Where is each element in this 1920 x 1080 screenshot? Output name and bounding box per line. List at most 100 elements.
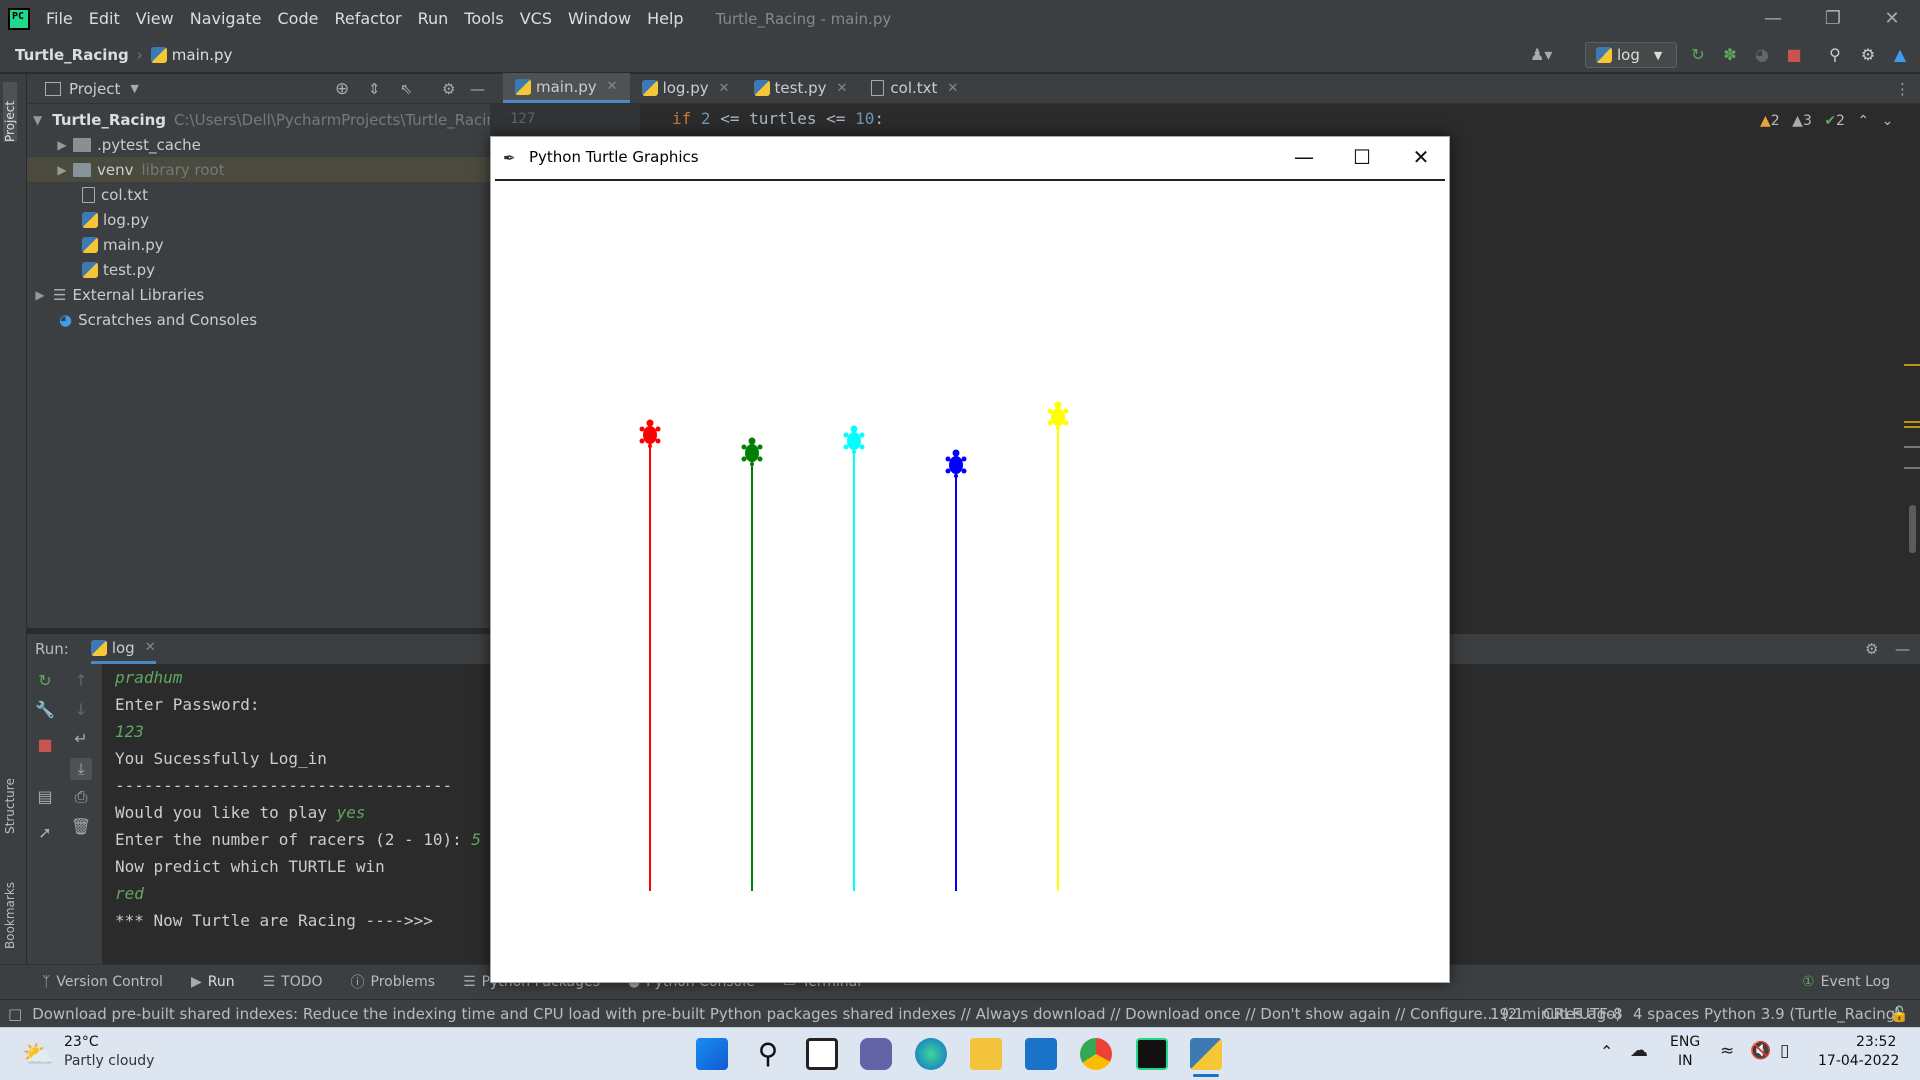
turtle-minimize-button[interactable]: — xyxy=(1275,137,1333,177)
run-tab-log[interactable]: log ✕ xyxy=(90,634,156,664)
menu-navigate[interactable]: Navigate xyxy=(182,9,270,28)
python-interpreter[interactable]: Python 3.9 (Turtle_Racing) xyxy=(1704,1005,1901,1023)
tree-item-col-txt[interactable]: col.txt xyxy=(27,182,490,207)
weather-icon[interactable]: ⛅ xyxy=(22,1040,54,1070)
weather-condition[interactable]: Partly cloudy xyxy=(64,1053,154,1069)
indent-setting[interactable]: 4 spaces xyxy=(1633,1005,1699,1023)
turtle-maximize-button[interactable]: ☐ xyxy=(1333,137,1391,177)
close-tab-icon[interactable]: ✕ xyxy=(719,81,730,96)
coverage-icon[interactable]: ◕ xyxy=(1752,45,1772,65)
file-explorer-icon[interactable] xyxy=(970,1038,1002,1070)
breadcrumb-file[interactable]: main.py xyxy=(150,46,232,64)
inspection-widget[interactable]: ▲2 ▲3 ✔2 ⌃ ⌄ xyxy=(1760,113,1893,129)
tab-log-py[interactable]: log.py ✕ xyxy=(630,73,742,103)
rerun-icon[interactable]: ↻ xyxy=(1688,45,1708,65)
language-region[interactable]: IN xyxy=(1678,1053,1693,1069)
lock-icon[interactable]: 🔓 xyxy=(1890,1005,1909,1023)
editor-scrollbar[interactable] xyxy=(1909,505,1916,553)
wrench-icon[interactable]: 🔧 xyxy=(34,699,56,721)
wifi-icon[interactable]: ≈ xyxy=(1720,1041,1734,1061)
more-options-icon[interactable]: ⋮ xyxy=(1895,80,1910,98)
collapse-all-icon[interactable]: ⇖ xyxy=(400,80,413,98)
code-line[interactable]: if 2 <= turtles <= 10: xyxy=(672,109,884,128)
debug-icon[interactable]: ✽ xyxy=(1720,45,1740,65)
project-panel-title[interactable]: Project xyxy=(69,80,120,98)
hide-panel-icon[interactable]: — xyxy=(1895,640,1910,658)
close-tab-icon[interactable]: ✕ xyxy=(607,79,618,94)
line-separator[interactable]: CRLF xyxy=(1543,1005,1581,1023)
tree-item-external-libraries[interactable]: ▶ ☰ External Libraries xyxy=(27,282,490,307)
structure-stripe-button[interactable]: Structure xyxy=(3,764,17,834)
chrome-browser-icon[interactable] xyxy=(1080,1038,1112,1070)
restore-button[interactable]: ❐ xyxy=(1803,0,1863,37)
problems-button[interactable]: ⓘ Problems xyxy=(351,972,436,992)
user-icon[interactable]: ♟▾ xyxy=(1530,45,1552,65)
error-stripe-mark[interactable] xyxy=(1904,426,1920,428)
chevron-up-icon[interactable]: ⌃ xyxy=(1600,1042,1613,1061)
error-stripe-mark[interactable] xyxy=(1904,364,1920,366)
chevron-down-icon[interactable]: ▼ xyxy=(130,82,138,95)
tree-item-pytest-cache[interactable]: ▶ .pytest_cache xyxy=(27,132,490,157)
battery-icon[interactable]: ▯ xyxy=(1780,1041,1789,1061)
close-tab-icon[interactable]: ✕ xyxy=(145,640,156,655)
jetbrains-toolbox-icon[interactable]: ▲ xyxy=(1890,45,1910,65)
edge-browser-icon[interactable] xyxy=(915,1038,947,1070)
scroll-to-end-icon[interactable]: ⤓ xyxy=(70,758,92,780)
breadcrumb-project[interactable]: Turtle_Racing xyxy=(15,46,129,64)
project-stripe-button[interactable]: Project xyxy=(3,82,17,142)
menu-edit[interactable]: Edit xyxy=(81,9,128,28)
stop-icon[interactable]: ■ xyxy=(34,734,56,756)
run-tool-button[interactable]: ▶ Run xyxy=(191,974,235,990)
task-view-icon[interactable] xyxy=(806,1038,838,1070)
tab-test-py[interactable]: test.py ✕ xyxy=(742,73,860,103)
close-button[interactable]: ✕ xyxy=(1862,0,1920,37)
menu-tools[interactable]: Tools xyxy=(456,9,511,28)
pin-icon[interactable]: ➚ xyxy=(34,822,56,844)
up-arrow-icon[interactable]: ↑ xyxy=(70,670,92,692)
clock-date[interactable]: 17-04-2022 xyxy=(1818,1053,1899,1069)
version-control-button[interactable]: ᛉ Version Control xyxy=(42,974,163,990)
print-icon[interactable]: ⎙ xyxy=(70,786,92,808)
search-icon[interactable]: ⚲ xyxy=(752,1038,784,1070)
chevron-up-icon[interactable]: ⌃ xyxy=(1857,113,1869,129)
onedrive-cloud-icon[interactable]: ☁ xyxy=(1630,1040,1648,1061)
bookmarks-stripe-button[interactable]: Bookmarks xyxy=(3,864,17,949)
pycharm-taskbar-icon[interactable] xyxy=(1136,1038,1168,1070)
clock-time[interactable]: 23:52 xyxy=(1856,1034,1896,1050)
weather-temperature[interactable]: 23°C xyxy=(64,1034,99,1050)
tree-item-main-py[interactable]: main.py xyxy=(27,232,490,257)
close-tab-icon[interactable]: ✕ xyxy=(837,81,848,96)
mail-icon[interactable] xyxy=(1025,1038,1057,1070)
tree-item-project-root[interactable]: ▼ Turtle_Racing C:\Users\Dell\PycharmPro… xyxy=(27,107,505,132)
caret-position[interactable]: 19:1 xyxy=(1490,1005,1524,1023)
menu-refactor[interactable]: Refactor xyxy=(326,9,409,28)
tab-main-py[interactable]: main.py ✕ xyxy=(503,73,630,103)
status-square-icon[interactable]: □ xyxy=(8,1005,22,1023)
turtle-canvas[interactable] xyxy=(495,179,1445,979)
python-taskbar-icon[interactable] xyxy=(1190,1038,1222,1070)
status-message[interactable]: Download pre-built shared indexes: Reduc… xyxy=(32,1005,1621,1023)
menu-help[interactable]: Help xyxy=(639,9,691,28)
hide-panel-icon[interactable]: — xyxy=(470,80,485,98)
minimize-button[interactable]: — xyxy=(1743,0,1803,37)
error-stripe-mark[interactable] xyxy=(1904,421,1920,423)
language-indicator[interactable]: ENG xyxy=(1670,1034,1700,1050)
error-stripe-mark[interactable] xyxy=(1904,467,1920,469)
locate-file-icon[interactable]: ⊕ xyxy=(335,79,349,99)
expand-all-icon[interactable]: ⇕ xyxy=(368,80,381,98)
menu-vcs[interactable]: VCS xyxy=(512,9,560,28)
menu-file[interactable]: File xyxy=(38,9,81,28)
menu-run[interactable]: Run xyxy=(410,9,457,28)
down-arrow-icon[interactable]: ↓ xyxy=(70,699,92,721)
start-button-icon[interactable] xyxy=(696,1038,728,1070)
stop-icon[interactable]: ■ xyxy=(1784,45,1804,65)
todo-button[interactable]: ☰ TODO xyxy=(263,974,323,990)
trash-icon[interactable]: 🗑 xyxy=(70,816,92,838)
turtle-close-button[interactable]: ✕ xyxy=(1392,137,1450,177)
error-stripe-mark[interactable] xyxy=(1904,446,1920,448)
tree-item-scratches[interactable]: ◕ Scratches and Consoles xyxy=(27,307,490,332)
layout-icon[interactable]: ▤ xyxy=(34,786,56,808)
rerun-icon[interactable]: ↻ xyxy=(34,670,56,692)
menu-code[interactable]: Code xyxy=(270,9,327,28)
run-settings-gear-icon[interactable]: ⚙ xyxy=(1865,640,1878,658)
